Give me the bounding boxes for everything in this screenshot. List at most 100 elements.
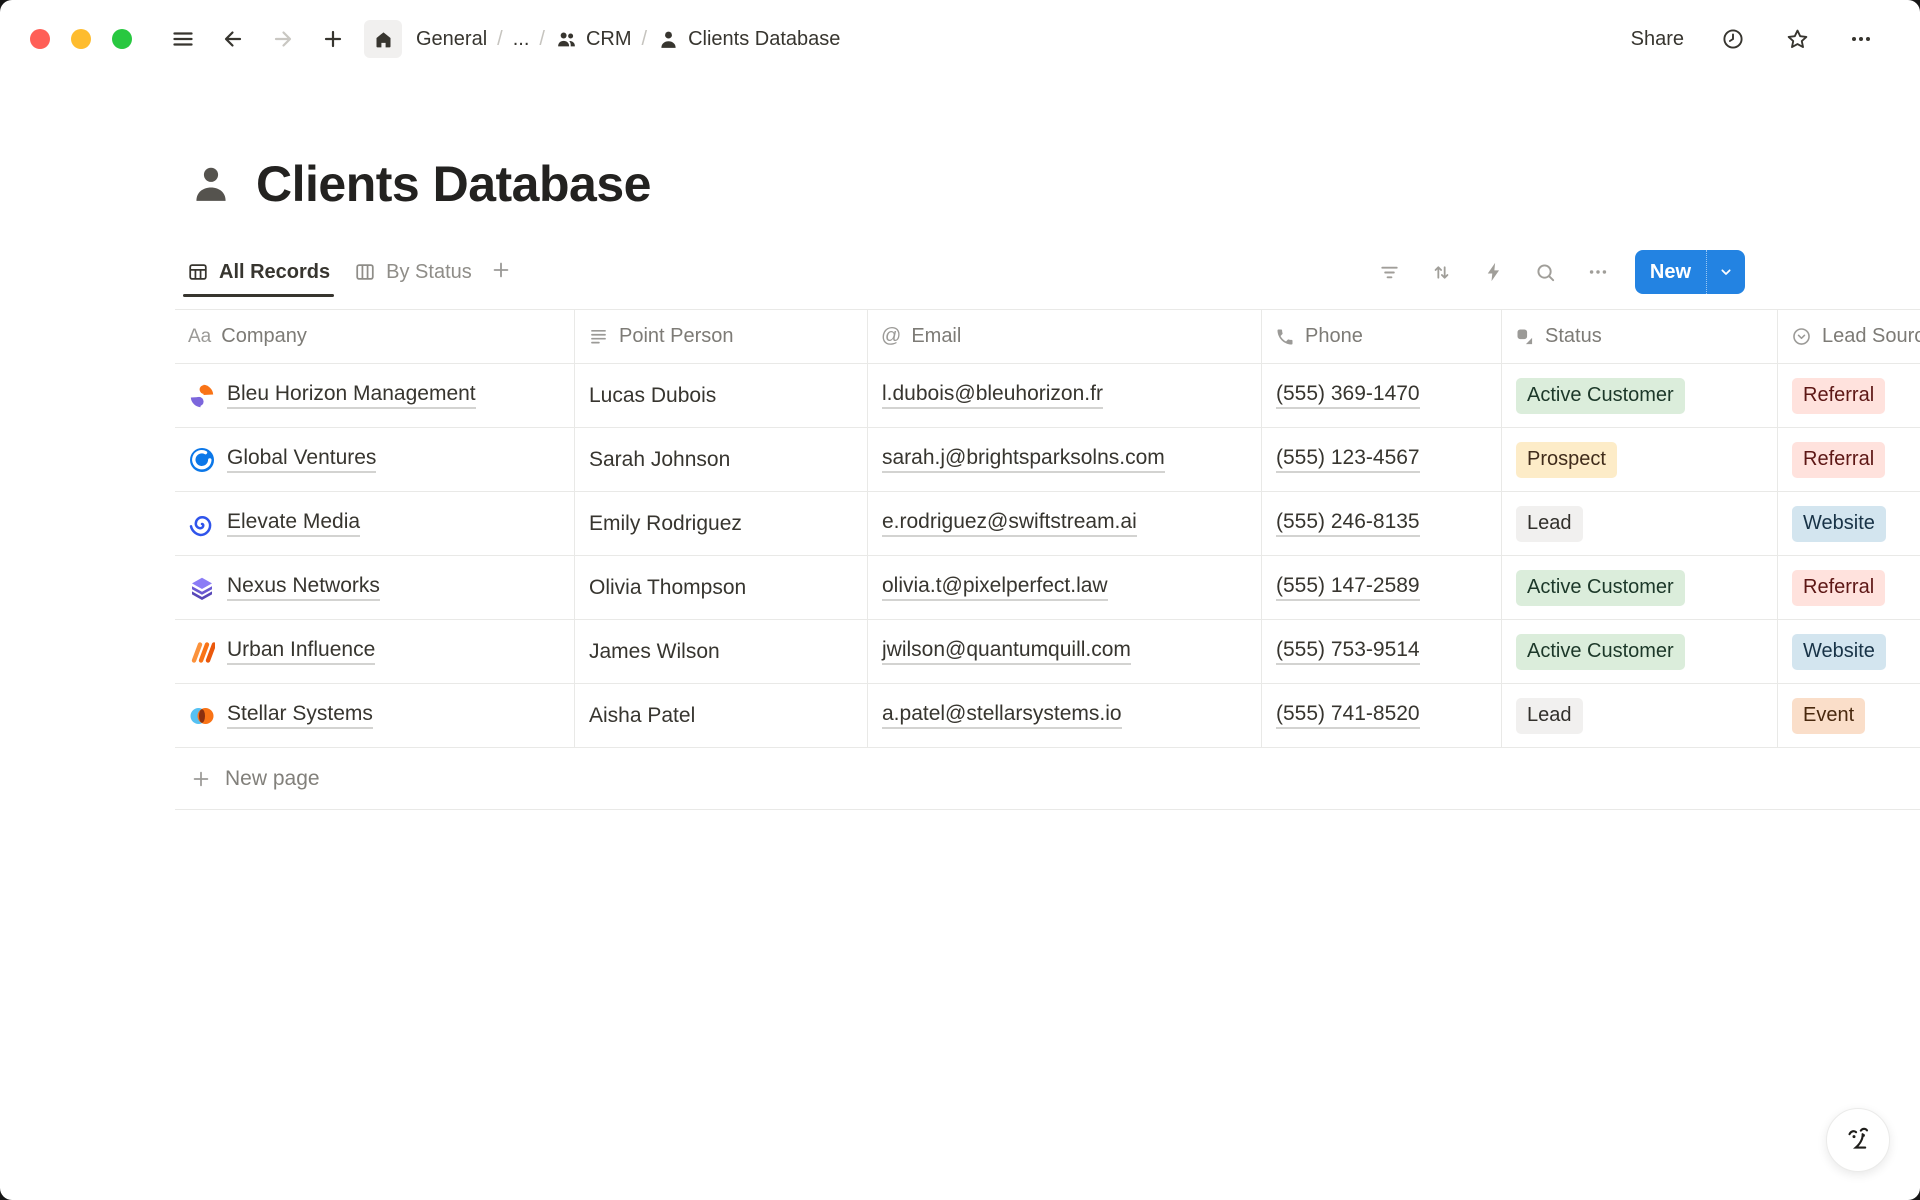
lead-source-cell[interactable]: Referral <box>1778 364 1920 427</box>
status-badge[interactable]: Lead <box>1516 506 1583 542</box>
chevron-down-icon[interactable] <box>1706 250 1745 294</box>
company-cell[interactable]: Urban Influence <box>175 620 575 683</box>
forward-arrow-icon[interactable] <box>264 20 302 58</box>
lead-source-cell[interactable]: Website <box>1778 492 1920 555</box>
point-person-cell[interactable]: Olivia Thompson <box>575 556 868 619</box>
lead-source-badge[interactable]: Referral <box>1792 442 1885 478</box>
point-person-cell[interactable]: Emily Rodriguez <box>575 492 868 555</box>
company-cell[interactable]: Global Ventures <box>175 428 575 491</box>
point-person-cell[interactable]: Sarah Johnson <box>575 428 868 491</box>
phone-cell[interactable]: (555) 123-4567 <box>1262 428 1502 491</box>
view-more-ellipsis-icon[interactable] <box>1577 253 1619 291</box>
column-header-company[interactable]: Aa Company <box>175 310 575 363</box>
status-cell[interactable]: Lead <box>1502 684 1778 747</box>
sort-icon[interactable] <box>1421 253 1463 291</box>
phone-link[interactable]: (555) 246-8135 <box>1276 510 1420 537</box>
more-ellipsis-icon[interactable] <box>1842 20 1880 58</box>
point-person-cell[interactable]: Aisha Patel <box>575 684 868 747</box>
phone-cell[interactable]: (555) 741-8520 <box>1262 684 1502 747</box>
email-link[interactable]: l.dubois@bleuhorizon.fr <box>882 382 1103 409</box>
email-cell[interactable]: sarah.j@brightsparksolns.com <box>868 428 1262 491</box>
lead-source-badge[interactable]: Website <box>1792 634 1886 670</box>
email-cell[interactable]: l.dubois@bleuhorizon.fr <box>868 364 1262 427</box>
star-icon[interactable] <box>1778 20 1816 58</box>
column-header-email[interactable]: @ Email <box>868 310 1262 363</box>
column-header-status[interactable]: Status <box>1502 310 1778 363</box>
lead-source-cell[interactable]: Event <box>1778 684 1920 747</box>
new-button-label[interactable]: New <box>1635 250 1706 294</box>
email-cell[interactable]: olivia.t@pixelperfect.law <box>868 556 1262 619</box>
status-badge[interactable]: Active Customer <box>1516 634 1685 670</box>
home-icon[interactable] <box>364 20 402 58</box>
status-badge[interactable]: Lead <box>1516 698 1583 734</box>
point-person-cell[interactable]: Lucas Dubois <box>575 364 868 427</box>
notion-ai-face-button[interactable] <box>1826 1108 1890 1172</box>
minimize-window-button[interactable] <box>71 29 91 49</box>
email-link[interactable]: e.rodriguez@swiftstream.ai <box>882 510 1137 537</box>
status-cell[interactable]: Active Customer <box>1502 620 1778 683</box>
lead-source-badge[interactable]: Event <box>1792 698 1865 734</box>
status-cell[interactable]: Lead <box>1502 492 1778 555</box>
email-link[interactable]: a.patel@stellarsystems.io <box>882 702 1122 729</box>
tab-by-status[interactable]: By Status <box>342 247 484 297</box>
breadcrumb-item-clients-database[interactable]: Clients Database <box>657 28 840 51</box>
phone-cell[interactable]: (555) 147-2589 <box>1262 556 1502 619</box>
column-header-point-person[interactable]: Point Person <box>575 310 868 363</box>
clock-icon[interactable] <box>1714 20 1752 58</box>
phone-link[interactable]: (555) 123-4567 <box>1276 446 1420 473</box>
breadcrumb-item-crm[interactable]: CRM <box>555 28 632 51</box>
search-icon[interactable] <box>1525 253 1567 291</box>
lead-source-cell[interactable]: Website <box>1778 620 1920 683</box>
status-badge[interactable]: Active Customer <box>1516 570 1685 606</box>
phone-link[interactable]: (555) 369-1470 <box>1276 382 1420 409</box>
new-page-row[interactable]: New page <box>175 748 1920 810</box>
lead-source-cell[interactable]: Referral <box>1778 428 1920 491</box>
phone-cell[interactable]: (555) 369-1470 <box>1262 364 1502 427</box>
status-cell[interactable]: Prospect <box>1502 428 1778 491</box>
company-page-link[interactable]: Urban Influence <box>227 638 375 665</box>
email-link[interactable]: sarah.j@brightsparksolns.com <box>882 446 1165 473</box>
add-view-plus-icon[interactable] <box>490 259 512 286</box>
lead-source-cell[interactable]: Referral <box>1778 556 1920 619</box>
lead-source-badge[interactable]: Referral <box>1792 570 1885 606</box>
column-header-phone[interactable]: Phone <box>1262 310 1502 363</box>
breadcrumb-item-ellipsis[interactable]: ... <box>513 28 530 51</box>
status-cell[interactable]: Active Customer <box>1502 364 1778 427</box>
column-header-lead-source[interactable]: Lead Source <box>1778 310 1920 363</box>
lead-source-badge[interactable]: Referral <box>1792 378 1885 414</box>
phone-link[interactable]: (555) 741-8520 <box>1276 702 1420 729</box>
phone-cell[interactable]: (555) 246-8135 <box>1262 492 1502 555</box>
company-cell[interactable]: Elevate Media <box>175 492 575 555</box>
point-person-cell[interactable]: James Wilson <box>575 620 868 683</box>
company-page-link[interactable]: Elevate Media <box>227 510 360 537</box>
company-cell[interactable]: Stellar Systems <box>175 684 575 747</box>
email-cell[interactable]: e.rodriguez@swiftstream.ai <box>868 492 1262 555</box>
filter-icon[interactable] <box>1369 253 1411 291</box>
phone-link[interactable]: (555) 147-2589 <box>1276 574 1420 601</box>
email-cell[interactable]: a.patel@stellarsystems.io <box>868 684 1262 747</box>
phone-cell[interactable]: (555) 753-9514 <box>1262 620 1502 683</box>
lightning-icon[interactable] <box>1473 253 1515 291</box>
email-link[interactable]: jwilson@quantumquill.com <box>882 638 1131 665</box>
company-cell[interactable]: Nexus Networks <box>175 556 575 619</box>
email-link[interactable]: olivia.t@pixelperfect.law <box>882 574 1108 601</box>
status-badge[interactable]: Active Customer <box>1516 378 1685 414</box>
status-cell[interactable]: Active Customer <box>1502 556 1778 619</box>
back-arrow-icon[interactable] <box>214 20 252 58</box>
lead-source-badge[interactable]: Website <box>1792 506 1886 542</box>
email-cell[interactable]: jwilson@quantumquill.com <box>868 620 1262 683</box>
status-badge[interactable]: Prospect <box>1516 442 1617 478</box>
breadcrumb-item-general[interactable]: General <box>416 28 487 51</box>
page-person-icon[interactable] <box>188 161 234 207</box>
sidebar-toggle-icon[interactable] <box>164 20 202 58</box>
share-button[interactable]: Share <box>1621 22 1694 57</box>
company-page-link[interactable]: Bleu Horizon Management <box>227 382 476 409</box>
tab-all-records[interactable]: All Records <box>175 247 342 297</box>
company-page-link[interactable]: Global Ventures <box>227 446 376 473</box>
close-window-button[interactable] <box>30 29 50 49</box>
new-record-button[interactable]: New <box>1635 250 1745 294</box>
zoom-window-button[interactable] <box>112 29 132 49</box>
phone-link[interactable]: (555) 753-9514 <box>1276 638 1420 665</box>
new-tab-plus-icon[interactable] <box>314 20 352 58</box>
company-cell[interactable]: Bleu Horizon Management <box>175 364 575 427</box>
